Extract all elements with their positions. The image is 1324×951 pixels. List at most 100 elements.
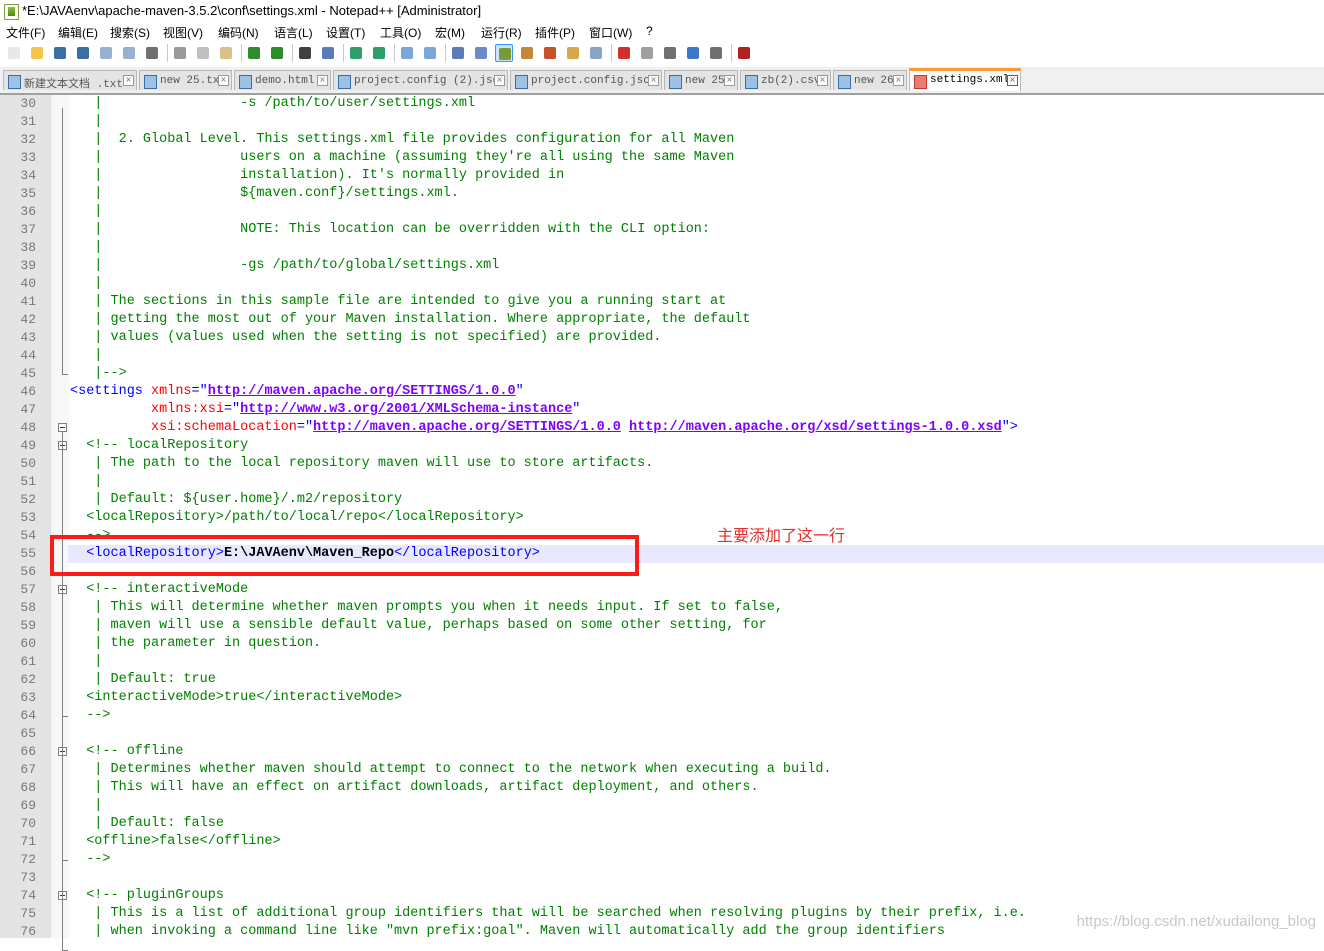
new-file-icon[interactable] bbox=[5, 44, 23, 62]
code-line[interactable]: | Default: true bbox=[70, 671, 216, 689]
stop-record-icon[interactable] bbox=[638, 44, 656, 62]
sync-horizontal-icon[interactable] bbox=[421, 44, 439, 62]
open-file-icon[interactable] bbox=[28, 44, 46, 62]
code-line[interactable]: | Default: false bbox=[70, 815, 224, 833]
code-line[interactable]: | maven will use a sensible default valu… bbox=[70, 617, 766, 635]
code-line[interactable]: | NOTE: This location can be overridden … bbox=[70, 221, 710, 239]
menu-item-3[interactable]: 视图(V) bbox=[163, 24, 203, 41]
tab-0[interactable]: 新建文本文档 .txt × bbox=[3, 70, 137, 91]
run-macro-multiple-icon[interactable] bbox=[684, 44, 702, 62]
code-line[interactable]: | The sections in this sample file are i… bbox=[70, 293, 726, 311]
zoom-out-icon[interactable] bbox=[370, 44, 388, 62]
menu-item-0[interactable]: 文件(F) bbox=[6, 24, 45, 41]
menu-item-10[interactable]: 插件(P) bbox=[535, 24, 575, 41]
code-line[interactable]: | The path to the local repository maven… bbox=[70, 455, 653, 473]
code-line[interactable]: | when invoking a command line like "mvn… bbox=[70, 923, 945, 941]
cut-icon[interactable] bbox=[171, 44, 189, 62]
code-line[interactable]: | -s /path/to/user/settings.xml bbox=[70, 95, 475, 113]
tab-close-icon[interactable]: × bbox=[494, 75, 505, 86]
code-line[interactable]: | bbox=[70, 275, 102, 293]
code-line[interactable]: | -gs /path/to/global/settings.xml bbox=[70, 257, 499, 275]
code-line[interactable]: | users on a machine (assuming they're a… bbox=[70, 149, 734, 167]
code-line[interactable]: | installation). It's normally provided … bbox=[70, 167, 564, 185]
tab-close-icon[interactable]: × bbox=[218, 75, 229, 86]
tab-2[interactable]: demo.html × bbox=[234, 70, 331, 90]
spell-check-icon[interactable] bbox=[735, 44, 753, 62]
tab-1[interactable]: new 25.txt × bbox=[139, 70, 232, 90]
code-line[interactable]: | values (values used when the setting i… bbox=[70, 329, 661, 347]
code-line[interactable]: | Default: ${user.home}/.m2/repository bbox=[70, 491, 402, 509]
fold-toggle-icon[interactable] bbox=[58, 423, 67, 432]
menu-item-2[interactable]: 搜索(S) bbox=[110, 24, 150, 41]
code-line[interactable]: |--> bbox=[70, 365, 126, 383]
code-line[interactable]: <!-- interactiveMode bbox=[70, 581, 248, 599]
sync-vertical-icon[interactable] bbox=[398, 44, 416, 62]
code-line[interactable]: <!-- pluginGroups bbox=[70, 887, 224, 905]
code-line[interactable]: | This is a list of additional group ide… bbox=[70, 905, 1026, 923]
code-line[interactable]: | getting the most out of your Maven ins… bbox=[70, 311, 750, 329]
code-line[interactable]: | bbox=[70, 653, 102, 671]
code-line[interactable]: --> bbox=[70, 851, 110, 869]
menu-item-11[interactable]: 窗口(W) bbox=[589, 24, 632, 41]
replace-icon[interactable] bbox=[319, 44, 337, 62]
code-line[interactable]: | ${maven.conf}/settings.xml. bbox=[70, 185, 459, 203]
tab-5[interactable]: new 25 × bbox=[664, 70, 738, 90]
record-macro-icon[interactable] bbox=[615, 44, 633, 62]
copy-icon[interactable] bbox=[194, 44, 212, 62]
code-line[interactable]: | bbox=[70, 239, 102, 257]
menu-item-6[interactable]: 设置(T) bbox=[326, 24, 365, 41]
save-all-icon[interactable] bbox=[74, 44, 92, 62]
tab-7[interactable]: new 26 × bbox=[833, 70, 907, 90]
tab-close-icon[interactable]: × bbox=[1007, 75, 1018, 86]
tab-close-icon[interactable]: × bbox=[123, 75, 134, 86]
fold-margin[interactable] bbox=[50, 95, 69, 951]
tab-3[interactable]: project.config (2).json × bbox=[333, 70, 508, 90]
code-line[interactable]: <localRepository>/path/to/local/repo</lo… bbox=[70, 509, 524, 527]
tab-6[interactable]: zb(2).csv × bbox=[740, 70, 831, 90]
tab-8[interactable]: settings.xml × bbox=[909, 68, 1021, 91]
monitoring-icon[interactable] bbox=[587, 44, 605, 62]
show-all-chars-icon[interactable] bbox=[472, 44, 490, 62]
code-line[interactable]: <interactiveMode>true</interactiveMode> bbox=[70, 689, 402, 707]
code-line[interactable]: | This will have an effect on artifact d… bbox=[70, 779, 758, 797]
tab-close-icon[interactable]: × bbox=[648, 75, 659, 86]
code-line[interactable]: <offline>false</offline> bbox=[70, 833, 280, 851]
code-line[interactable]: | Determines whether maven should attemp… bbox=[70, 761, 831, 779]
indent-guide-icon[interactable] bbox=[495, 44, 513, 62]
menu-item-1[interactable]: 编辑(E) bbox=[58, 24, 98, 41]
function-list-icon[interactable] bbox=[541, 44, 559, 62]
code-line[interactable]: | bbox=[70, 203, 102, 221]
save-icon[interactable] bbox=[51, 44, 69, 62]
tab-close-icon[interactable]: × bbox=[317, 75, 328, 86]
print-icon[interactable] bbox=[143, 44, 161, 62]
code-line[interactable]: | This will determine whether maven prom… bbox=[70, 599, 783, 617]
close-all-icon[interactable] bbox=[120, 44, 138, 62]
code-line[interactable]: <!-- localRepository bbox=[70, 437, 248, 455]
code-line[interactable]: | 2. Global Level. This settings.xml fil… bbox=[70, 131, 734, 149]
tab-close-icon[interactable]: × bbox=[817, 75, 828, 86]
tab-close-icon[interactable]: × bbox=[893, 75, 904, 86]
code-line[interactable]: --> bbox=[70, 707, 110, 725]
code-line[interactable]: xsi:schemaLocation="http://maven.apache.… bbox=[70, 419, 1018, 437]
save-macro-icon[interactable] bbox=[707, 44, 725, 62]
menu-item-4[interactable]: 编码(N) bbox=[218, 24, 259, 41]
word-wrap-icon[interactable] bbox=[449, 44, 467, 62]
doc-map-icon[interactable] bbox=[518, 44, 536, 62]
code-line[interactable]: | bbox=[70, 347, 102, 365]
code-line[interactable]: <!-- offline bbox=[70, 743, 183, 761]
code-line[interactable]: | bbox=[70, 797, 102, 815]
redo-icon[interactable] bbox=[268, 44, 286, 62]
zoom-in-icon[interactable] bbox=[347, 44, 365, 62]
menu-item-7[interactable]: 工具(O) bbox=[380, 24, 421, 41]
undo-icon[interactable] bbox=[245, 44, 263, 62]
menu-item-9[interactable]: 运行(R) bbox=[481, 24, 522, 41]
tab-4[interactable]: project.config.json × bbox=[510, 70, 662, 90]
find-icon[interactable] bbox=[296, 44, 314, 62]
menu-item-8[interactable]: 宏(M) bbox=[435, 24, 465, 41]
menu-item-12[interactable]: ? bbox=[646, 24, 653, 38]
close-icon[interactable] bbox=[97, 44, 115, 62]
code-editor[interactable]: 30 31 32 33 34 35 36 37 38 39 40 41 42 43 44 45 46 47 48 49… bbox=[0, 95, 1324, 951]
tab-close-icon[interactable]: × bbox=[724, 75, 735, 86]
code-line[interactable]: | bbox=[70, 473, 102, 491]
code-line[interactable]: | bbox=[70, 113, 102, 131]
